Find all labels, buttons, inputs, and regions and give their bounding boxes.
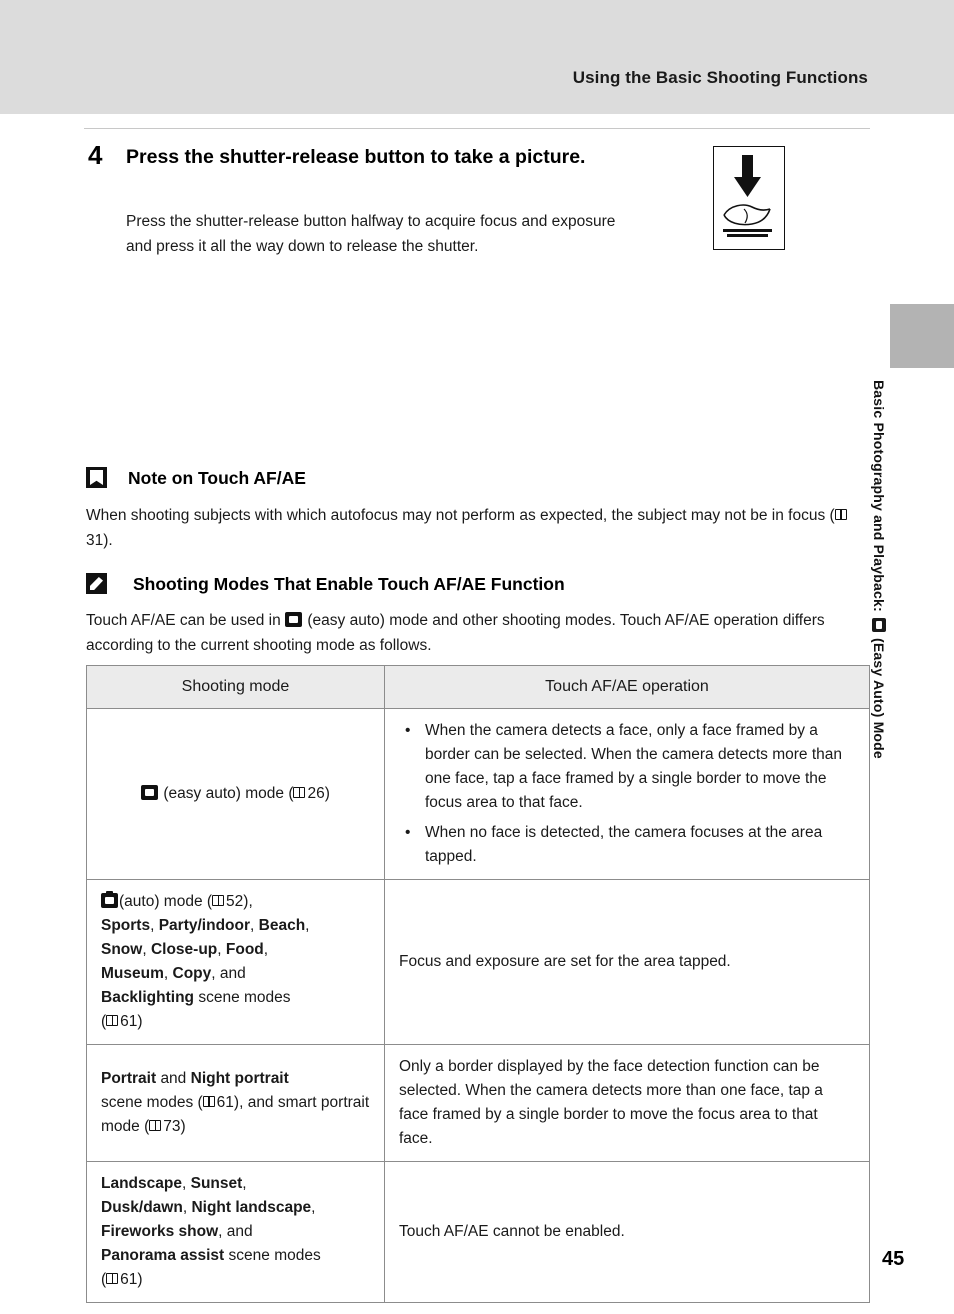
operation-bullet: When no face is detected, the camera foc… <box>405 821 855 869</box>
mode-bold: Dusk/dawn <box>101 1199 183 1216</box>
mode-page-ref: 61 <box>216 1094 234 1111</box>
mode-bold: Night landscape <box>191 1199 312 1216</box>
page-number: 45 <box>882 1248 905 1270</box>
document-page: Using the Basic Shooting Functions Basic… <box>0 0 954 1314</box>
mode-text: scene modes <box>228 1247 321 1264</box>
page-header-title: Using the Basic Shooting Functions <box>572 68 868 87</box>
mode-bold: Night portrait <box>190 1070 289 1087</box>
table-cell-mode-portrait: Portrait and Night portrait scene modes … <box>86 1044 385 1162</box>
page-reference-icon <box>149 1120 162 1132</box>
header-divider <box>84 128 870 129</box>
table-header-row: Shooting mode Touch AF/AE operation <box>86 665 870 709</box>
step-body-text: Press the shutter-release button halfway… <box>126 213 616 255</box>
page-reference-icon <box>834 509 848 521</box>
table-header-shooting-mode: Shooting mode <box>86 665 385 709</box>
operation-bullet: When the camera detects a face, only a f… <box>405 719 855 815</box>
easy-auto-mode-icon <box>141 785 159 800</box>
page-reference-icon <box>293 787 306 799</box>
note-touch-heading: Note on Touch AF/AE <box>128 468 306 488</box>
mode-text: scene modes ( <box>101 1094 203 1111</box>
mode-bold: Close-up <box>150 941 218 958</box>
note-modes-heading: Shooting Modes That Enable Touch AF/AE F… <box>133 574 565 594</box>
note-touch-text-1: When shooting subjects with which autofo… <box>86 507 835 524</box>
table-row: Landscape, Sunset, Dusk/dawn, Night land… <box>86 1161 870 1303</box>
mode-bold: Sunset <box>190 1175 243 1192</box>
shutter-press-illustration-svg <box>723 155 772 237</box>
mode-text: (auto) mode ( <box>119 893 213 910</box>
mode-bold: Sports <box>101 917 151 934</box>
mode-page-ref: 52 <box>226 893 244 910</box>
note-modes-text-1: Touch AF/AE can be used in <box>86 612 281 629</box>
touch-af-ae-modes-table: Shooting mode Touch AF/AE operation (eas… <box>86 665 870 1303</box>
easy-auto-mode-icon <box>285 612 303 627</box>
table-cell-mode-easy-auto: (easy auto) mode ( 26) <box>86 708 385 880</box>
mode-page-ref: 61 <box>120 1013 138 1030</box>
easy-auto-mode-icon <box>872 617 886 632</box>
pencil-note-icon <box>86 573 107 594</box>
mode-text: (easy auto) mode ( <box>163 785 294 802</box>
mode-bold: Museum <box>101 965 164 982</box>
section-tab-marker <box>890 304 954 368</box>
mode-bold: Party/indoor <box>158 917 251 934</box>
mode-bold: Backlighting <box>101 989 195 1006</box>
table-cell-mode-landscape: Landscape, Sunset, Dusk/dawn, Night land… <box>86 1161 385 1303</box>
mode-text: scene modes <box>198 989 291 1006</box>
section-tab-label-after: (Easy Auto) Mode <box>871 638 887 759</box>
page-reference-icon <box>106 1273 119 1285</box>
mode-bold: Landscape <box>101 1175 182 1192</box>
section-tab-label: Basic Photography and Playback: (Easy Au… <box>871 380 888 940</box>
note-touch-text-2: ). <box>103 532 113 549</box>
note-modes-text: Touch AF/AE can be used in (easy auto) m… <box>86 608 868 658</box>
mode-bold: Snow <box>101 941 143 958</box>
table-row: Portrait and Night portrait scene modes … <box>86 1044 870 1162</box>
table-cell-operation-easy-auto: When the camera detects a face, only a f… <box>384 708 870 880</box>
shutter-press-illustration <box>713 146 785 250</box>
page-reference-icon <box>212 895 225 907</box>
mode-bold: Copy <box>172 965 212 982</box>
table-row: (auto) mode (52), Sports, Party/indoor, … <box>86 879 870 1045</box>
mode-page-ref: 73 <box>163 1118 181 1135</box>
operation-bullet-list: When the camera detects a face, only a f… <box>399 719 855 869</box>
mode-text-end: ) <box>324 785 330 802</box>
table-cell-operation-auto-scene: Focus and exposure are set for the area … <box>384 879 870 1045</box>
mode-bold: Portrait <box>101 1070 157 1087</box>
mode-text: and <box>226 1223 253 1240</box>
table-cell-mode-auto-scene: (auto) mode (52), Sports, Party/indoor, … <box>86 879 385 1045</box>
auto-mode-icon <box>101 891 118 908</box>
page-reference-icon <box>106 1015 119 1027</box>
note-touch-text: When shooting subjects with which autofo… <box>86 503 868 553</box>
caution-icon <box>86 467 107 488</box>
table-header-operation: Touch AF/AE operation <box>384 665 870 709</box>
step-number: 4 <box>88 140 103 170</box>
step-title: Press the shutter-release button to take… <box>126 146 586 168</box>
mode-text: ) <box>180 1118 186 1135</box>
mode-bold: Beach <box>258 917 306 934</box>
page-reference-icon <box>202 1096 216 1108</box>
mode-bold: Fireworks show <box>101 1223 219 1240</box>
section-tab-label-before: Basic Photography and Playback: <box>871 380 887 612</box>
note-touch-page-ref: 31 <box>86 532 104 549</box>
mode-bold: Panorama assist <box>101 1247 225 1264</box>
table-row: (easy auto) mode ( 26) When the camera de… <box>86 708 870 880</box>
table-cell-operation-landscape: Touch AF/AE cannot be enabled. <box>384 1161 870 1303</box>
mode-text: ), <box>243 893 253 910</box>
mode-text: and <box>219 965 246 982</box>
mode-page-ref: 61 <box>120 1271 138 1288</box>
page-header-band <box>0 0 954 114</box>
mode-bold: Food <box>225 941 264 958</box>
table-cell-operation-portrait: Only a border displayed by the face dete… <box>384 1044 870 1162</box>
mode-text: and <box>160 1070 187 1087</box>
mode-page-ref: 26 <box>307 785 325 802</box>
